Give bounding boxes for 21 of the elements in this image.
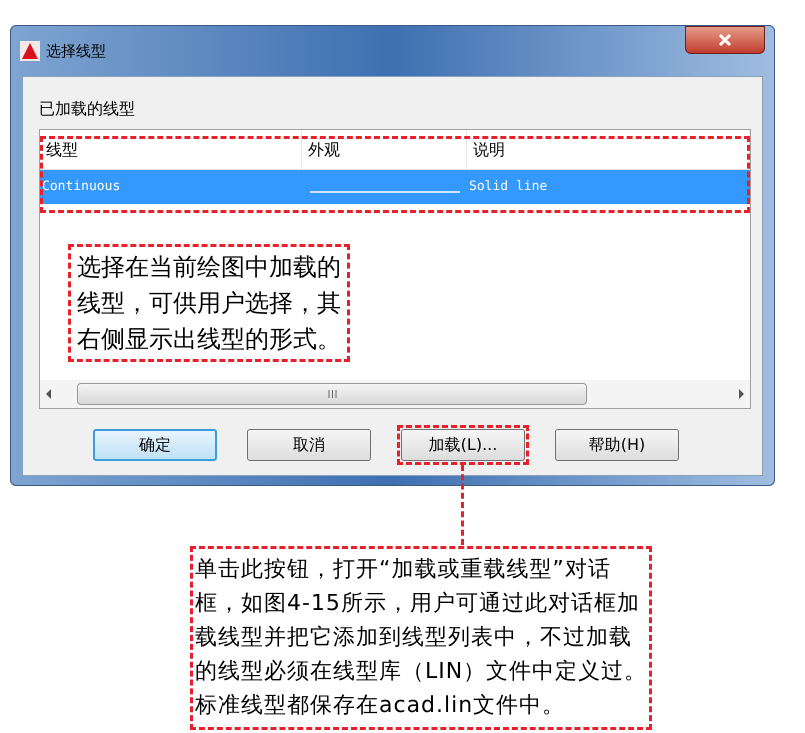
- dialog-button[interactable]: 取消: [247, 429, 371, 461]
- group-label: 已加载的线型: [39, 99, 136, 119]
- callout-text: 单击此按钮，打开“加载或重载线型”对话 框，如图4-15所示，用户可通过此对话框加 载线型并把它添加到线型列表中，不过加载 的线型必须在线型库（LIN）文件中定义过。 标准线型都保存在acad.lin文件中。: [190, 546, 652, 730]
- column-header[interactable]: 说明: [467, 130, 750, 169]
- scroll-right-icon[interactable]: [739, 389, 744, 399]
- table-cell-text: Solid line: [468, 178, 548, 196]
- horizontal-scrollbar[interactable]: [40, 380, 750, 408]
- column-header[interactable]: 线型: [40, 130, 302, 169]
- dialog-button[interactable]: 确定: [93, 429, 217, 461]
- scroll-thumb[interactable]: [77, 383, 587, 405]
- annotation-text: 选择在当前绘图中加载的 线型，可供用户选择，其 右侧显示出线型的形式。: [68, 244, 350, 362]
- close-button[interactable]: [685, 26, 765, 54]
- table-cell-text: Continuous: [41, 178, 122, 196]
- window-title: 选择线型: [46, 40, 106, 62]
- grip-icon: [328, 390, 336, 398]
- app-logo-icon: [20, 41, 40, 61]
- close-icon: [718, 34, 732, 46]
- scroll-left-icon[interactable]: [46, 389, 51, 399]
- dialog-button[interactable]: 帮助(H): [555, 429, 679, 461]
- column-header[interactable]: 外观: [302, 130, 467, 169]
- dialog-button[interactable]: 加载(L)...: [401, 429, 525, 461]
